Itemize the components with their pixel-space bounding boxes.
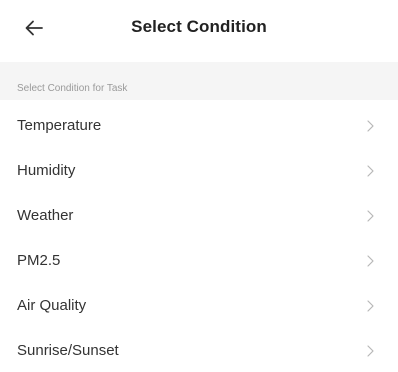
chevron-right-icon [367,345,374,357]
condition-label: Humidity [17,162,76,179]
condition-label: PM2.5 [17,252,61,269]
section-header: Select Condition for Task [0,62,398,100]
condition-item-weather[interactable]: Weather [0,190,398,235]
condition-item-humidity[interactable]: Humidity [0,145,398,190]
condition-item-temperature[interactable]: Temperature [0,100,398,145]
condition-list: Temperature Humidity Weather PM2.5 Air Q… [0,100,398,370]
condition-label: Sunrise/Sunset [17,342,119,359]
chevron-right-icon [367,210,374,222]
condition-item-pm25[interactable]: PM2.5 [0,235,398,280]
chevron-right-icon [367,165,374,177]
condition-item-sunrise-sunset[interactable]: Sunrise/Sunset [0,325,398,370]
header-bar: Select Condition [0,0,398,56]
chevron-right-icon [367,120,374,132]
condition-label: Temperature [17,117,102,134]
chevron-right-icon [367,300,374,312]
page-title: Select Condition [131,17,267,36]
condition-label: Weather [17,207,74,224]
condition-label: Air Quality [17,297,87,314]
section-label: Select Condition for Task [17,83,128,94]
chevron-right-icon [367,255,374,267]
condition-item-air-quality[interactable]: Air Quality [0,280,398,325]
